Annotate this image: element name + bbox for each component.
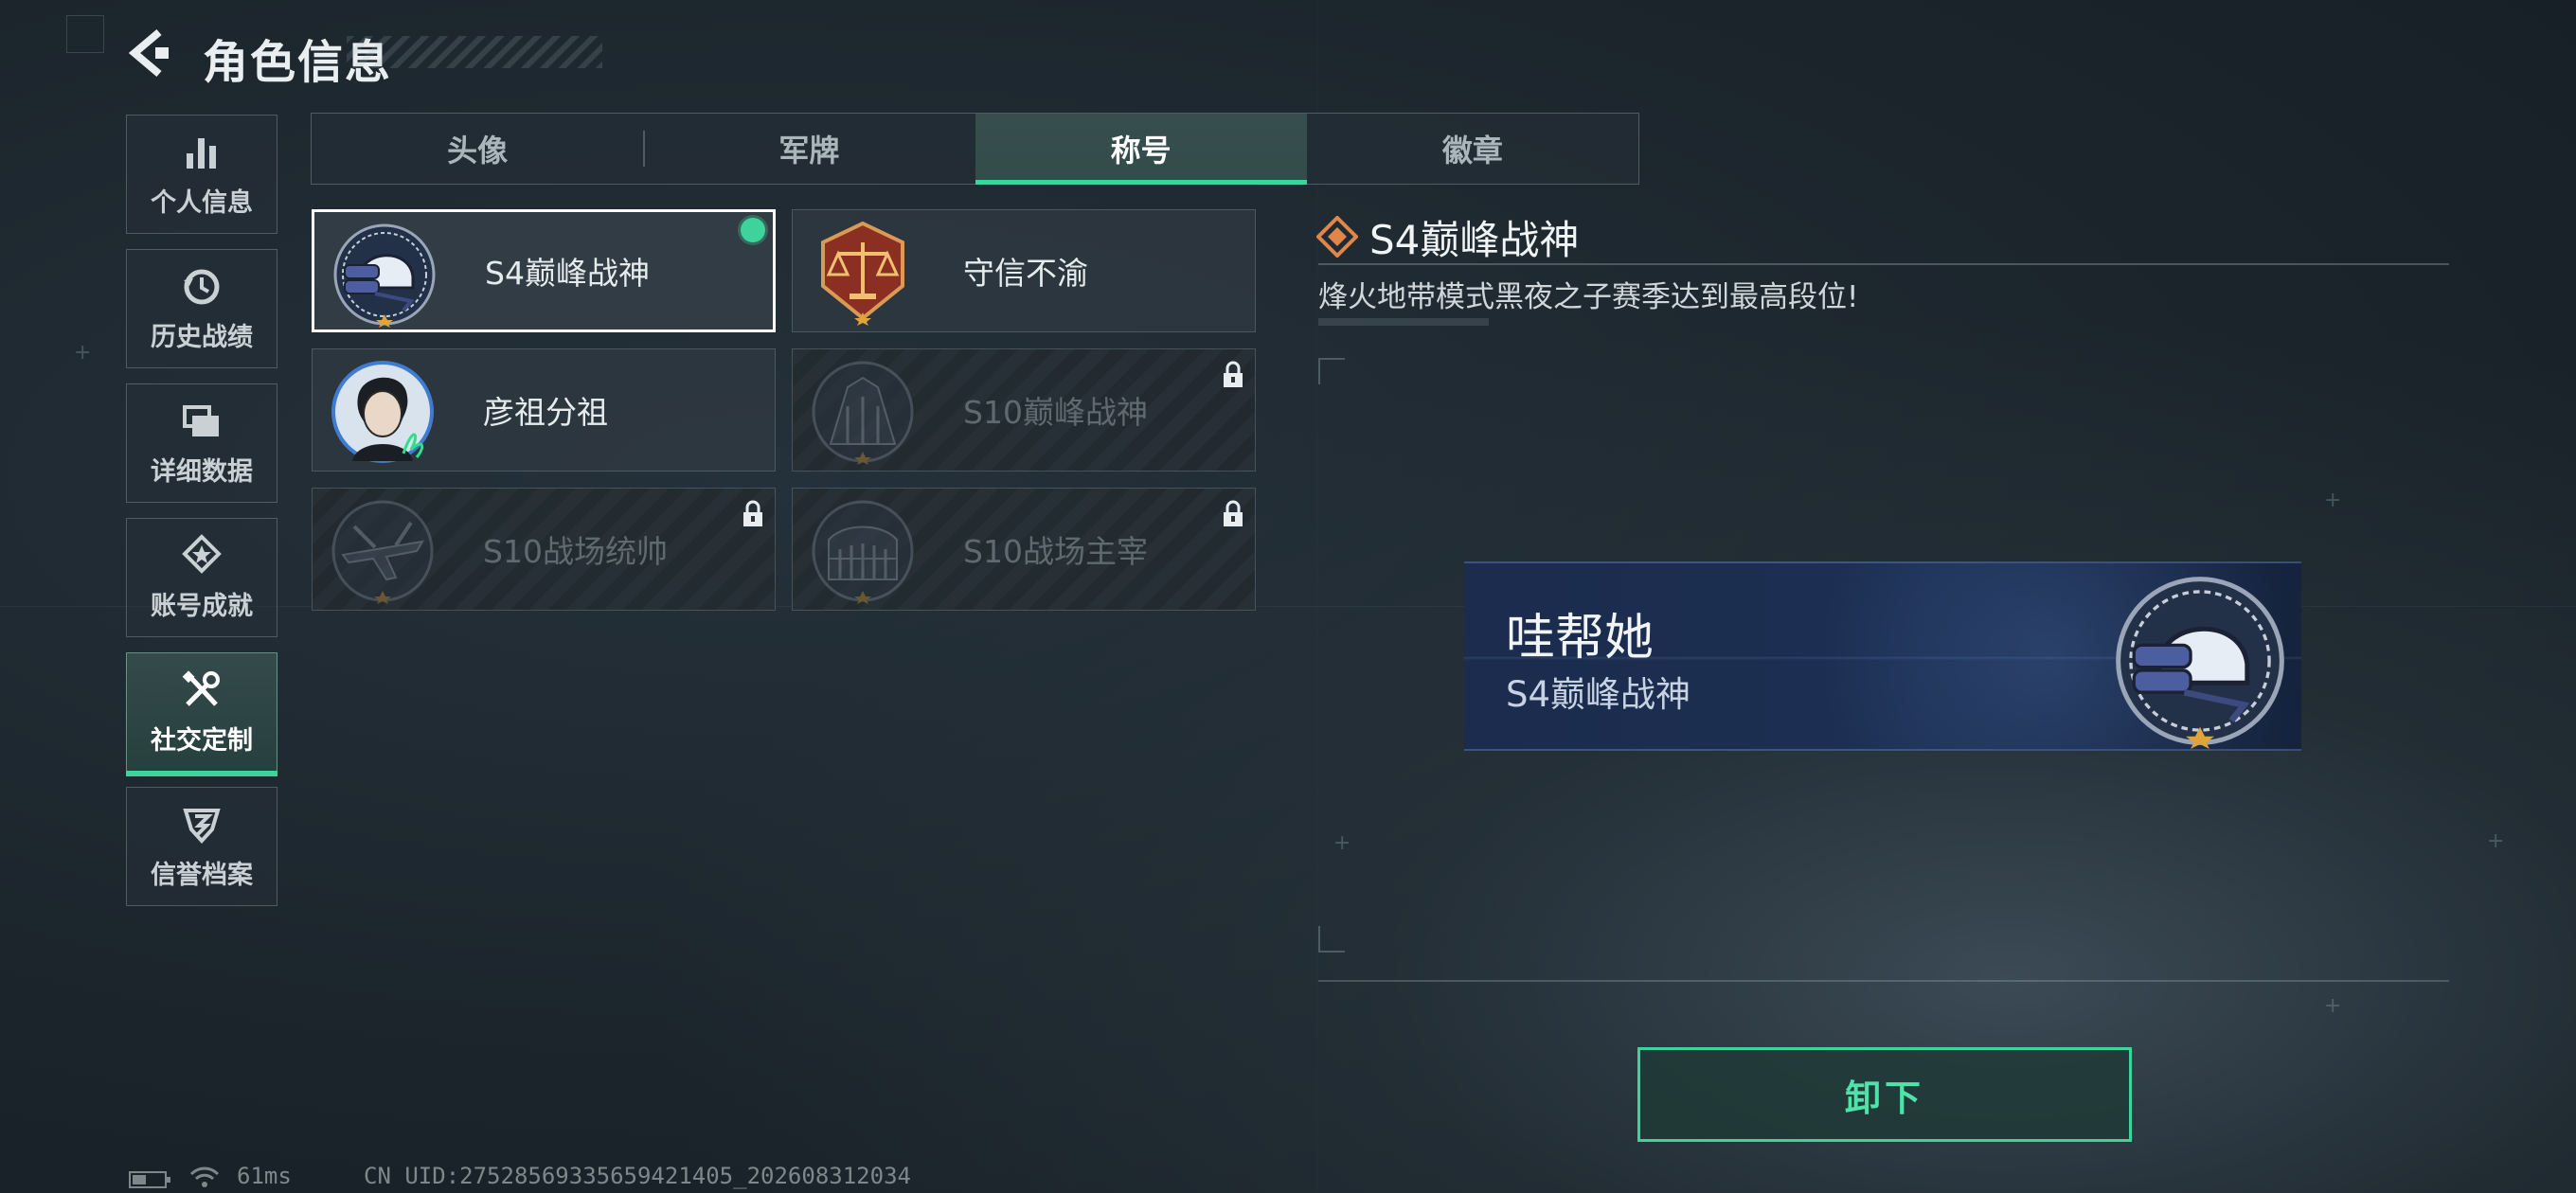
tools-icon [182,669,220,706]
portrait-emblem-icon [331,361,434,463]
title-card-name: S10战场统帅 [483,533,668,570]
uid-text: CN UID:27528569335659421405_202608312034 [364,1163,911,1189]
sidebar-item-label: 信誉档案 [151,860,253,890]
detail-divider [1318,263,2449,265]
sidebar-item-label: 个人信息 [151,187,253,218]
aircraft-emblem-icon [331,500,434,604]
unequip-button[interactable]: 卸下 [1637,1047,2132,1142]
sidebar-item-detailed-data[interactable]: 详细数据 [126,383,277,503]
grid-cross-marker: + [2324,994,2342,1018]
title-card-name: S4巅峰战神 [485,255,650,292]
unequip-button-label: 卸下 [1844,1077,1924,1119]
preview-bottom-divider [1318,980,2449,982]
detail-sub-bar [1318,318,1489,326]
battery-icon [129,1171,170,1188]
diamond-title-icon [1316,216,1358,258]
preview-player-name: 哇帮她 [1506,610,1655,667]
sidebar-item-reputation[interactable]: 信誉档案 [126,787,277,906]
sidebar-item-history[interactable]: 历史战绩 [126,249,277,368]
achievement-icon [182,533,222,574]
title-card-s10-peak-god[interactable]: S10巅峰战神 [792,348,1256,472]
lock-icon [1224,361,1243,387]
history-icon [184,269,220,304]
grid-cross-marker: + [2324,489,2342,512]
reputation-icon [183,808,221,844]
detail-title: S4巅峰战神 [1369,217,1580,263]
sidebar-item-social-custom[interactable]: 社交定制 [126,652,277,776]
bar-chart-icon [187,137,216,169]
sidebar-item-label: 账号成就 [151,591,253,621]
sidebar-item-label: 历史战绩 [151,322,253,352]
detail-description: 烽火地带模式黑夜之子赛季达到最高段位! [1318,280,1859,314]
title-card-name: S10巅峰战神 [963,394,1148,431]
equipped-indicator-dot [741,218,765,242]
sidebar-item-achievements[interactable]: 账号成就 [126,518,277,637]
sidebar-item-label: 社交定制 [151,725,253,756]
back-button[interactable] [125,28,174,78]
helmet-emblem-icon [333,223,436,328]
helmet-emblem-icon [2116,577,2284,749]
tab-bar: 头像 军牌 称号 徽章 [311,113,1639,185]
title-card-name: 守信不渝 [963,255,1088,292]
tab-badge[interactable]: 徽章 [1307,114,1638,184]
title-card-name: S10战场主宰 [963,533,1148,570]
title-card-trustworthy[interactable]: 守信不渝 [792,209,1256,332]
tab-dog-tag[interactable]: 军牌 [643,114,975,184]
title-preview-banner: 哇帮她 S4巅峰战神 [1464,561,2301,751]
colosseum-emblem-icon [812,500,914,604]
grid-cross-marker: + [74,341,92,365]
title-card-s4-peak-god[interactable]: S4巅峰战神 [312,209,776,332]
tower-emblem-icon [812,361,914,465]
grid-cross-marker: + [1333,831,1351,855]
tab-avatar[interactable]: 头像 [312,114,643,184]
corner-square-deco [66,15,104,53]
ping-text: 61ms [237,1163,292,1189]
title-card-s10-battlefield-commander[interactable]: S10战场统帅 [312,488,776,611]
title-card-yanzu[interactable]: 彦祖分祖 [312,348,776,472]
tab-title[interactable]: 称号 [975,114,1308,185]
sidebar-item-label: 详细数据 [151,456,253,487]
title-card-s10-battlefield-dominator[interactable]: S10战场主宰 [792,488,1256,611]
folders-icon [183,404,219,436]
lock-icon [743,500,762,526]
scales-emblem-icon [821,221,904,326]
grid-cross-marker: + [2487,829,2505,853]
preview-bracket-top-left [1318,358,1345,384]
lock-icon [1224,500,1243,526]
wifi-icon [189,1166,220,1187]
title-stripes-deco [347,36,602,68]
sidebar-item-personal-info[interactable]: 个人信息 [126,115,277,234]
preview-title-text: S4巅峰战神 [1506,674,1691,715]
title-card-name: 彦祖分祖 [483,394,608,431]
chevron-left-icon [128,28,169,78]
preview-bracket-bottom-left [1318,926,1345,953]
